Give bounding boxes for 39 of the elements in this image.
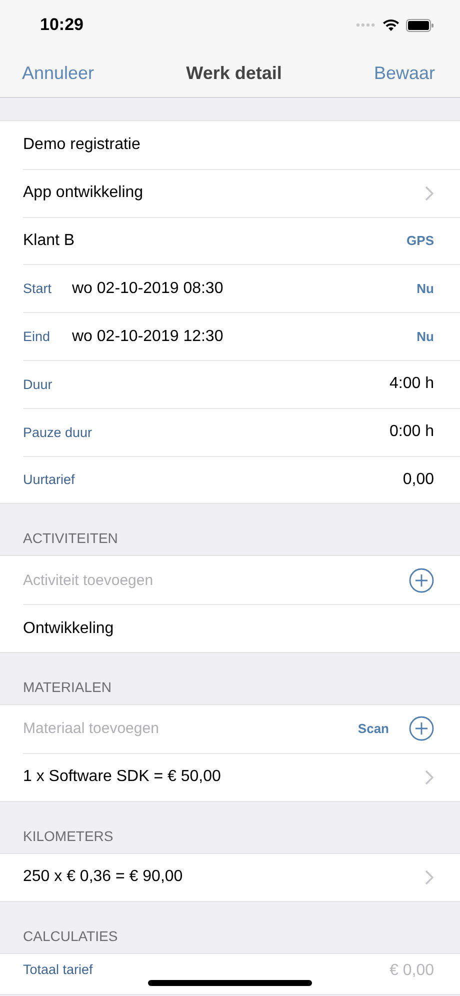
signal-icon bbox=[356, 23, 376, 27]
field-label: Pauze duur bbox=[23, 424, 92, 440]
scan-button[interactable]: Scan bbox=[358, 721, 389, 736]
row-text: Klant B bbox=[23, 232, 75, 250]
status-time: 10:29 bbox=[40, 15, 84, 35]
section-header: CALCULATIES bbox=[23, 928, 118, 944]
add-field[interactable]: Activiteit toevoegen bbox=[23, 572, 154, 589]
now-button[interactable]: Nu bbox=[416, 281, 434, 296]
section-header: MATERIALEN bbox=[23, 678, 112, 695]
cancel-button[interactable]: Annuleer bbox=[22, 63, 94, 84]
field-label: Eind bbox=[23, 329, 52, 344]
section-header: KILOMETERS bbox=[23, 828, 114, 844]
chevron-icon[interactable] bbox=[425, 870, 434, 885]
field-label: Start bbox=[23, 281, 53, 296]
add-field[interactable]: Materiaal toevoegen bbox=[23, 720, 159, 738]
wifi-icon bbox=[382, 18, 400, 32]
row-text: Demo registratie bbox=[23, 136, 140, 154]
now-button[interactable]: Nu bbox=[416, 329, 434, 344]
field-value[interactable]: 4:00 h bbox=[390, 375, 434, 394]
field-label: Totaal tarief bbox=[23, 962, 93, 978]
row-text: 1 x Software SDK = € 50,00 bbox=[23, 768, 221, 786]
field-label: Duur bbox=[23, 376, 52, 392]
field-label: Uurtarief bbox=[23, 472, 75, 488]
row-text: Ontwikkeling bbox=[23, 620, 114, 638]
battery-icon bbox=[406, 18, 434, 32]
row-text: App ontwikkeling bbox=[23, 184, 144, 202]
chevron-icon[interactable] bbox=[425, 770, 434, 785]
date-value[interactable]: wo 02-10-2019 12:30 bbox=[72, 328, 224, 346]
field-value[interactable]: 0,00 bbox=[402, 470, 434, 489]
chevron-icon[interactable] bbox=[425, 186, 434, 201]
date-value[interactable]: wo 02-10-2019 08:30 bbox=[72, 280, 224, 298]
field-value[interactable]: 0:00 h bbox=[390, 423, 434, 442]
gps-button[interactable]: GPS bbox=[406, 233, 434, 248]
section-header: ACTIVITEITEN bbox=[23, 530, 118, 546]
add-icon[interactable] bbox=[409, 568, 434, 593]
nav-title: Werk detail bbox=[186, 63, 282, 84]
row-text: 250 x € 0,36 = € 90,00 bbox=[23, 868, 183, 886]
save-button[interactable]: Bewaar bbox=[374, 63, 435, 84]
add-icon[interactable] bbox=[409, 716, 434, 742]
